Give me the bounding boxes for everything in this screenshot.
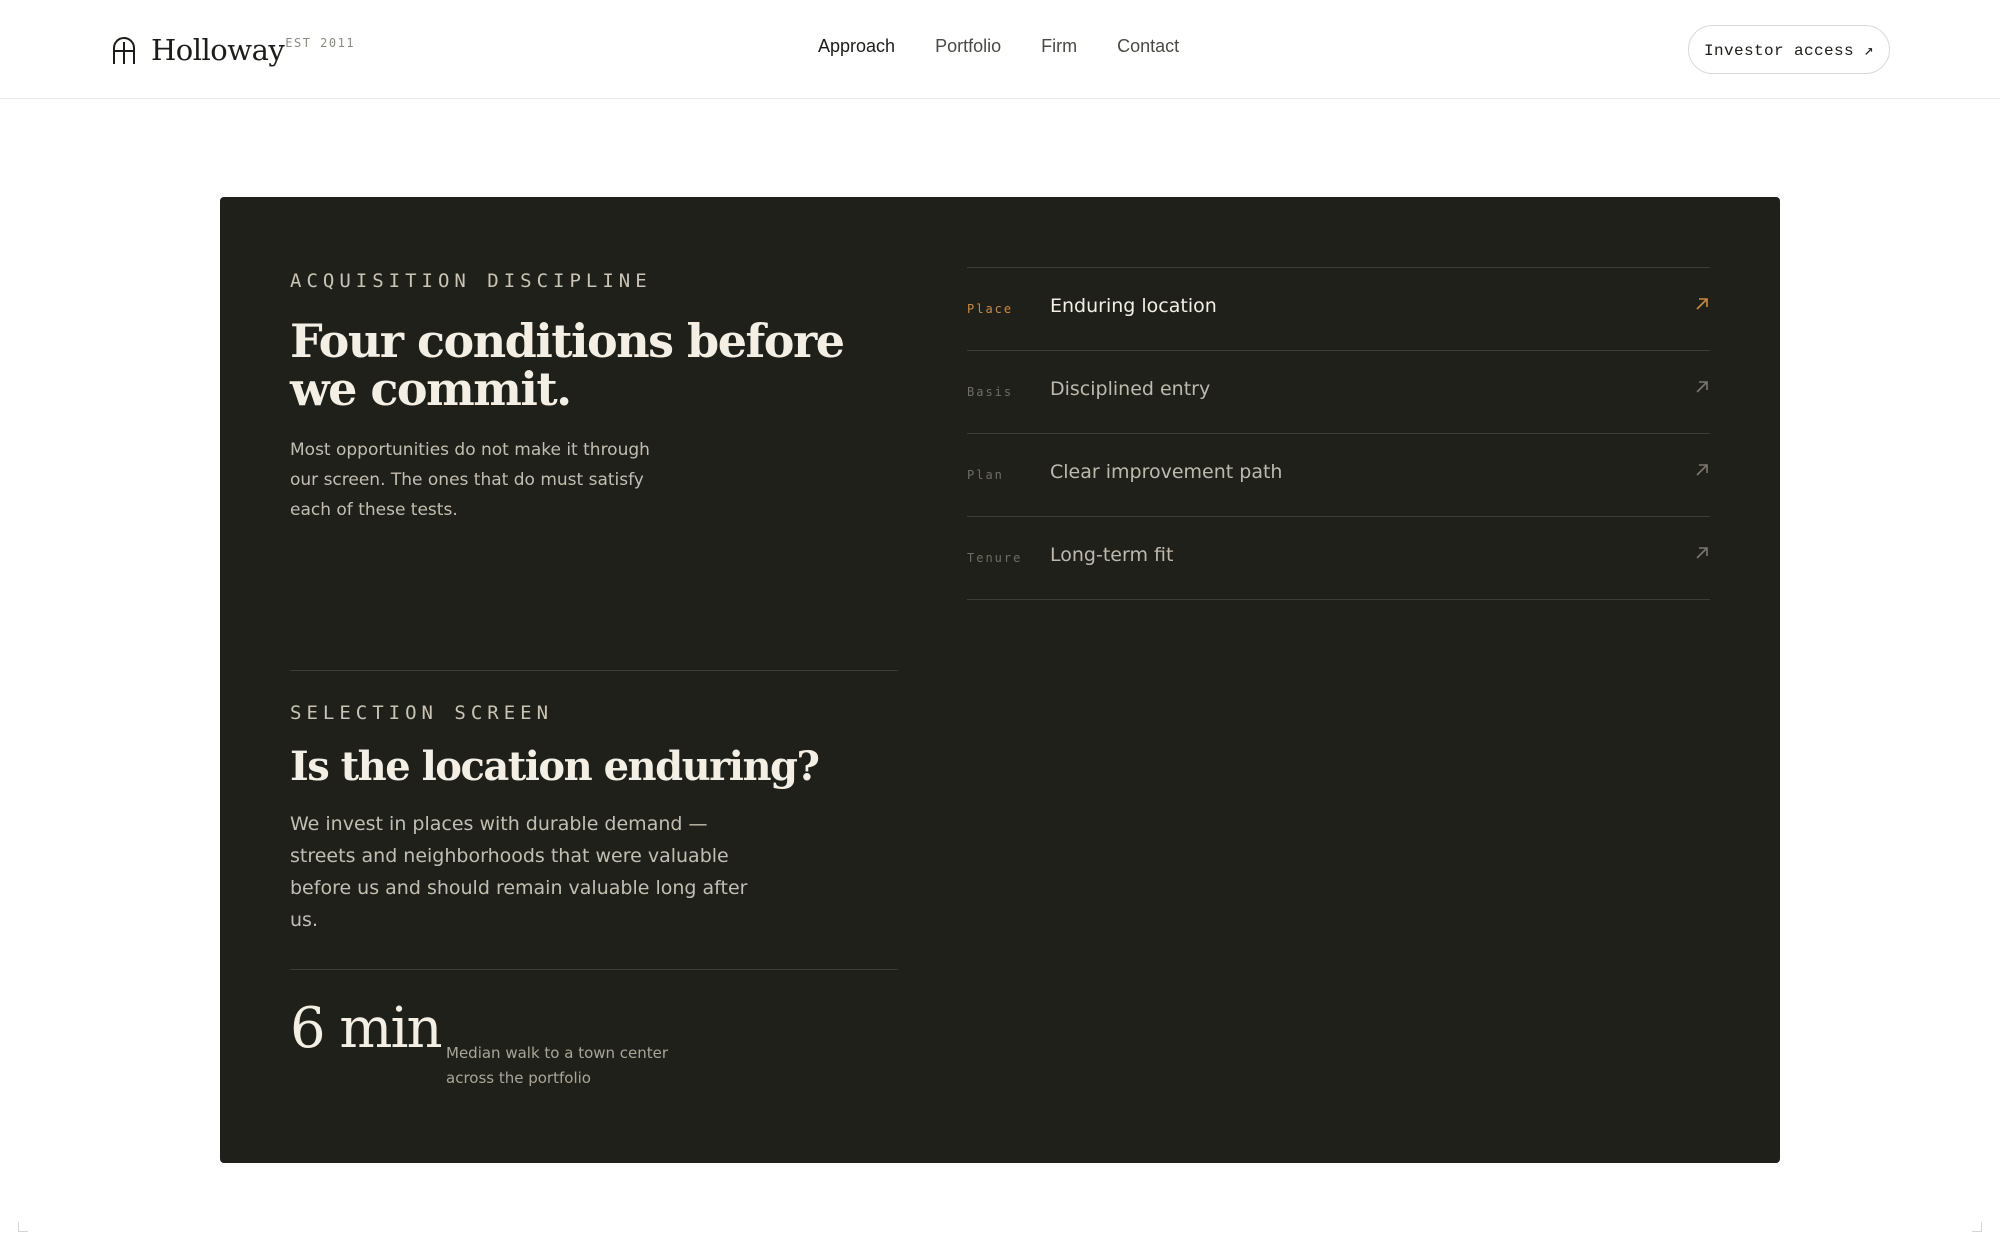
nav-firm[interactable]: Firm [1041,36,1077,57]
criteria-label: Disciplined entry [1050,378,1211,400]
criteria-item-place[interactable]: Place Enduring location [967,268,1710,351]
criteria-tag: Plan [967,468,1004,482]
arrow-up-right-icon [1696,298,1708,310]
selection-description: We invest in places with durable demand … [290,813,748,931]
main-nav: Approach Portfolio Firm Contact [818,36,1179,57]
brand-established: EST 2011 [285,36,356,50]
nav-contact[interactable]: Contact [1117,36,1179,57]
divider [290,670,898,671]
criteria-label: Clear improvement path [1050,461,1283,483]
criteria-item-basis[interactable]: Basis Disciplined entry [967,351,1710,434]
criteria-item-tenure[interactable]: Tenure Long-term fit [967,517,1710,600]
nav-portfolio[interactable]: Portfolio [935,36,1001,57]
section-title: Four conditions before we commit. [290,314,845,416]
criteria-tag: Tenure [967,551,1023,565]
arrow-up-right-icon [1696,381,1708,393]
section-lead: Most opportunities do not make it throug… [290,440,650,520]
arrow-up-right-icon [1696,464,1708,476]
stat-caption: Median walk to a town center across the … [446,1044,669,1087]
corner-mark [1972,1222,1982,1232]
site-header: Holloway EST 2011 Approach Portfolio Fir… [0,0,2000,99]
brand-name: Holloway [151,33,285,67]
criteria-tag: Basis [967,385,1014,399]
stat-value: 6 min [290,996,443,1061]
arch-icon [113,37,135,64]
criteria-item-plan[interactable]: Plan Clear improvement path [967,434,1710,517]
criteria-list: Place Enduring location Basis Discipline… [967,267,1710,600]
criteria-label: Long-term fit [1050,544,1174,566]
corner-mark [18,1222,28,1232]
nav-approach[interactable]: Approach [818,36,895,57]
criteria-tag: Place [967,302,1014,316]
acquisition-panel: ACQUISITION DISCIPLINE Four conditions b… [220,197,1780,1163]
selection-eyebrow: SELECTION SCREEN [290,702,554,724]
brand-logo[interactable]: Holloway EST 2011 [111,30,355,70]
divider [290,969,898,970]
section-eyebrow: ACQUISITION DISCIPLINE [290,270,652,292]
investor-access-button[interactable]: Investor access ↗ [1688,25,1890,74]
criteria-label: Enduring location [1050,295,1217,317]
selection-question: Is the location enduring? [290,743,820,790]
arrow-up-right-icon [1696,547,1708,559]
